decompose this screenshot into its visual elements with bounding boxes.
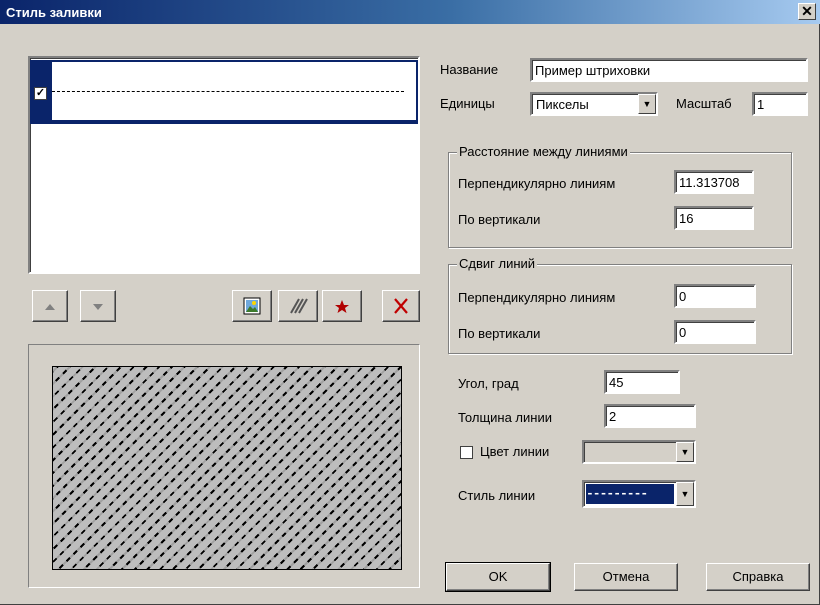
scale-label: Масштаб bbox=[676, 96, 732, 111]
offset-vert-label: По вертикали bbox=[458, 326, 541, 341]
close-icon: ✕ bbox=[801, 3, 813, 19]
spacing-perp-field[interactable]: 11.313708 bbox=[674, 170, 754, 194]
delete-icon bbox=[394, 298, 408, 314]
units-value: Пикселы bbox=[536, 97, 589, 112]
line-style-value: --------- bbox=[585, 483, 675, 505]
fill-style-dialog: Стиль заливки ✕ ✓ Название Пример штрихо… bbox=[0, 0, 820, 605]
insert-image-button[interactable] bbox=[232, 290, 272, 322]
spacing-vert-label: По вертикали bbox=[458, 212, 541, 227]
angle-label: Угол, град bbox=[458, 376, 519, 391]
spacing-group: Расстояние между линиями bbox=[448, 144, 792, 248]
cancel-button[interactable]: Отмена bbox=[574, 563, 678, 591]
star-icon bbox=[335, 300, 349, 313]
close-button[interactable]: ✕ bbox=[798, 3, 816, 20]
line-style-label: Стиль линии bbox=[458, 488, 536, 503]
pattern-list[interactable]: ✓ bbox=[28, 56, 420, 274]
star-button[interactable] bbox=[322, 290, 362, 322]
list-item[interactable]: ✓ bbox=[30, 60, 418, 124]
spacing-group-title: Расстояние между линиями bbox=[457, 144, 630, 159]
arrow-up-icon bbox=[45, 304, 55, 310]
line-width-label: Толщина линии bbox=[458, 410, 552, 425]
units-label: Единицы bbox=[440, 96, 495, 111]
hatch-icon bbox=[290, 298, 308, 314]
line-style-select[interactable]: --------- ▼ bbox=[582, 480, 696, 508]
pattern-preview bbox=[52, 62, 416, 120]
spacing-perp-label: Перпендикулярно линиям bbox=[458, 176, 616, 191]
hatch-preview bbox=[52, 366, 402, 570]
offset-perp-field[interactable]: 0 bbox=[674, 284, 756, 308]
spacing-vert-field[interactable]: 16 bbox=[674, 206, 754, 230]
line-color-label: Цвет линии bbox=[480, 444, 550, 459]
arrow-down-icon bbox=[93, 304, 103, 310]
pattern-checkbox[interactable]: ✓ bbox=[34, 87, 47, 100]
line-width-field[interactable]: 2 bbox=[604, 404, 696, 428]
scale-field[interactable]: 1 bbox=[752, 92, 808, 116]
move-up-button[interactable] bbox=[32, 290, 68, 322]
units-select[interactable]: Пикселы ▼ bbox=[530, 92, 658, 116]
ok-button[interactable]: OK bbox=[445, 562, 551, 592]
line-color-select[interactable]: ▼ bbox=[582, 440, 696, 464]
chevron-down-icon[interactable]: ▼ bbox=[638, 94, 656, 114]
chevron-down-icon[interactable]: ▼ bbox=[676, 442, 694, 462]
chevron-down-icon[interactable]: ▼ bbox=[676, 482, 694, 506]
delete-button[interactable] bbox=[382, 290, 420, 322]
hatch-button[interactable] bbox=[278, 290, 318, 322]
help-button[interactable]: Справка bbox=[706, 563, 810, 591]
offset-group-title: Сдвиг линий bbox=[457, 256, 538, 271]
image-icon bbox=[243, 297, 261, 315]
angle-field[interactable]: 45 bbox=[604, 370, 680, 394]
title-bar: Стиль заливки ✕ bbox=[0, 0, 820, 24]
offset-vert-field[interactable]: 0 bbox=[674, 320, 756, 344]
name-field[interactable]: Пример штриховки bbox=[530, 58, 808, 82]
name-label: Название bbox=[440, 62, 499, 77]
offset-perp-label: Перпендикулярно линиям bbox=[458, 290, 616, 305]
line-color-checkbox[interactable] bbox=[460, 446, 473, 459]
move-down-button[interactable] bbox=[80, 290, 116, 322]
dashed-line-sample bbox=[52, 91, 404, 92]
window-title: Стиль заливки bbox=[6, 5, 102, 20]
